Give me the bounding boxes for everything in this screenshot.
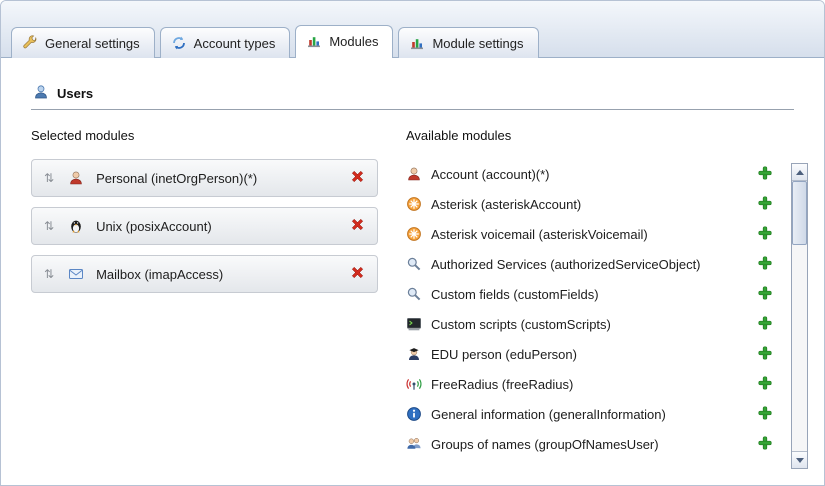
- add-module-button[interactable]: [758, 436, 772, 453]
- available-module-asterisk: Asterisk (asteriskAccount): [406, 189, 778, 219]
- tab-label: Modules: [329, 34, 378, 49]
- chart-icon: [306, 33, 322, 49]
- available-module-freeradius: FreeRadius (freeRadius): [406, 369, 778, 399]
- arrow-down-icon: [796, 458, 804, 463]
- chart-icon: [409, 35, 425, 51]
- scrollbar-thumb[interactable]: [792, 181, 807, 245]
- available-module-label: General information (generalInformation): [431, 407, 758, 422]
- wrench-icon: [22, 35, 38, 51]
- modules-tab-content: Users Selected modules ⇅ Personal (inetO…: [1, 84, 824, 486]
- section-title: Users: [57, 86, 93, 101]
- available-module-account: Account (account)(*): [406, 159, 778, 189]
- available-module-label: Custom scripts (customScripts): [431, 317, 758, 332]
- available-module-label: FreeRadius (freeRadius): [431, 377, 758, 392]
- modules-columns: Selected modules ⇅ Personal (inetOrgPers…: [1, 110, 824, 459]
- add-icon: [758, 436, 772, 453]
- scroll-down-button[interactable]: [792, 451, 807, 468]
- add-module-button[interactable]: [758, 346, 772, 363]
- personal-icon: [68, 170, 84, 186]
- add-icon: [758, 376, 772, 393]
- available-module-custom-scripts: Custom scripts (customScripts): [406, 309, 778, 339]
- available-modules-scrollbar[interactable]: [791, 163, 808, 469]
- selected-module-unix[interactable]: ⇅ Unix (posixAccount): [31, 207, 378, 245]
- graduate-person-icon: [406, 346, 422, 362]
- mailbox-envelope-icon: [68, 266, 84, 282]
- selected-module-personal[interactable]: ⇅ Personal (inetOrgPerson)(*): [31, 159, 378, 197]
- add-module-button[interactable]: [758, 196, 772, 213]
- delete-module-button[interactable]: [350, 169, 365, 187]
- selected-module-label: Mailbox (imapAccess): [96, 267, 350, 282]
- add-icon: [758, 256, 772, 273]
- drag-handle-icon[interactable]: ⇅: [44, 172, 54, 184]
- tab-account-types[interactable]: Account types: [160, 27, 291, 58]
- add-module-button[interactable]: [758, 376, 772, 393]
- add-module-button[interactable]: [758, 406, 772, 423]
- add-icon: [758, 226, 772, 243]
- add-module-button[interactable]: [758, 316, 772, 333]
- terminal-icon: [406, 316, 422, 332]
- user-icon: [33, 84, 49, 103]
- lam-configuration-window: General settings Account types Modules M…: [0, 0, 825, 486]
- add-module-button[interactable]: [758, 286, 772, 303]
- available-modules-column: Available modules Account (account)(*): [406, 128, 808, 459]
- magnifier-icon: [406, 286, 422, 302]
- users-section-heading: Users: [33, 84, 794, 103]
- available-module-label: Groups of names (groupOfNamesUser): [431, 437, 758, 452]
- refresh-arrows-icon: [171, 35, 187, 51]
- available-module-edu-person: EDU person (eduPerson): [406, 339, 778, 369]
- asterisk-star-icon: [406, 196, 422, 212]
- info-icon: [406, 406, 422, 422]
- arrow-up-icon: [796, 170, 804, 175]
- tab-label: Module settings: [432, 36, 523, 51]
- add-module-button[interactable]: [758, 166, 772, 183]
- delete-icon: [350, 169, 365, 187]
- available-modules-heading: Available modules: [406, 128, 778, 143]
- available-module-asterisk-voicemail: Asterisk voicemail (asteriskVoicemail): [406, 219, 778, 249]
- unix-penguin-icon: [68, 218, 84, 234]
- available-module-label: Custom fields (customFields): [431, 287, 758, 302]
- add-icon: [758, 166, 772, 183]
- available-modules-list: Account (account)(*) Asterisk (asteriskA…: [406, 159, 778, 459]
- radio-signal-icon: [406, 376, 422, 392]
- add-module-button[interactable]: [758, 226, 772, 243]
- asterisk-star-icon: [406, 226, 422, 242]
- available-module-custom-fields: Custom fields (customFields): [406, 279, 778, 309]
- magnifier-icon: [406, 256, 422, 272]
- delete-icon: [350, 265, 365, 283]
- available-module-label: Account (account)(*): [431, 167, 758, 182]
- add-icon: [758, 286, 772, 303]
- scrollbar-track[interactable]: [792, 181, 807, 451]
- tab-label: General settings: [45, 36, 140, 51]
- delete-module-button[interactable]: [350, 217, 365, 235]
- selected-module-label: Unix (posixAccount): [96, 219, 350, 234]
- available-module-authorized-services: Authorized Services (authorizedServiceOb…: [406, 249, 778, 279]
- tab-bar: General settings Account types Modules M…: [1, 1, 824, 58]
- add-icon: [758, 316, 772, 333]
- selected-module-mailbox[interactable]: ⇅ Mailbox (imapAccess): [31, 255, 378, 293]
- delete-icon: [350, 217, 365, 235]
- group-icon: [406, 436, 422, 452]
- drag-handle-icon[interactable]: ⇅: [44, 268, 54, 280]
- available-module-label: Asterisk (asteriskAccount): [431, 197, 758, 212]
- selected-modules-heading: Selected modules: [31, 128, 378, 143]
- account-person-icon: [406, 166, 422, 182]
- add-icon: [758, 346, 772, 363]
- tab-label: Account types: [194, 36, 276, 51]
- available-module-label: Asterisk voicemail (asteriskVoicemail): [431, 227, 758, 242]
- available-module-label: EDU person (eduPerson): [431, 347, 758, 362]
- available-module-label: Authorized Services (authorizedServiceOb…: [431, 257, 758, 272]
- scroll-up-button[interactable]: [792, 164, 807, 181]
- selected-module-label: Personal (inetOrgPerson)(*): [96, 171, 350, 186]
- selected-modules-column: Selected modules ⇅ Personal (inetOrgPers…: [31, 128, 378, 459]
- tab-modules[interactable]: Modules: [295, 25, 393, 58]
- tab-general-settings[interactable]: General settings: [11, 27, 155, 58]
- add-icon: [758, 406, 772, 423]
- add-icon: [758, 196, 772, 213]
- delete-module-button[interactable]: [350, 265, 365, 283]
- available-module-groups-of-names: Groups of names (groupOfNamesUser): [406, 429, 778, 459]
- tab-module-settings[interactable]: Module settings: [398, 27, 538, 58]
- available-module-general-information: General information (generalInformation): [406, 399, 778, 429]
- add-module-button[interactable]: [758, 256, 772, 273]
- drag-handle-icon[interactable]: ⇅: [44, 220, 54, 232]
